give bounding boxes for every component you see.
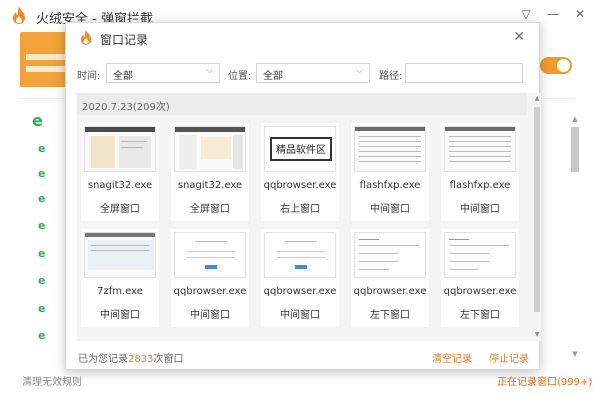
record-count-text: 已为您记录2833次窗口 — [78, 350, 183, 365]
clear-records-link[interactable]: 清空记录 — [432, 350, 472, 365]
record-count-prefix: 已为您记录 — [78, 354, 128, 365]
ie-browser-icon: e — [32, 112, 43, 128]
record-card[interactable]: qqbrowser.exe 左下窗口 — [441, 229, 519, 327]
card-window-position: 中间窗口 — [460, 204, 500, 215]
card-window-position: 全屏窗口 — [190, 204, 230, 215]
svg-text:e: e — [38, 274, 45, 285]
scrollbar-thumb[interactable] — [534, 107, 540, 312]
ie-browser-icon: e — [38, 329, 45, 340]
svg-text:e: e — [38, 192, 45, 203]
card-process-name: qqbrowser.exe — [443, 286, 517, 297]
window-thumbnail — [84, 232, 156, 278]
window-record-dialog: 窗口记录 ✕ 时间: 全部 ⌵ 位置: 全部 ⌵ 路径: 2020.7.23(2… — [65, 22, 541, 370]
ie-browser-icon: e — [38, 274, 45, 285]
window-thumbnail — [84, 126, 156, 172]
record-card[interactable]: snagit32.exe 全屏窗口 — [171, 123, 249, 221]
path-filter-input[interactable] — [405, 63, 523, 83]
record-card[interactable]: snagit32.exe 全屏窗口 — [81, 123, 159, 221]
ie-browser-icon: e — [38, 192, 45, 203]
card-process-name: snagit32.exe — [177, 180, 243, 191]
card-window-position: 中间窗口 — [190, 310, 230, 321]
svg-text:e: e — [38, 167, 45, 178]
recording-status-link[interactable]: 正在记录窗口(999+) — [497, 373, 592, 388]
scroll-down-icon[interactable]: ▼ — [533, 331, 541, 338]
ie-browser-icon: e — [38, 219, 45, 230]
record-card[interactable]: 精品软件区 qqbrowser.exe 右上窗口 — [261, 123, 339, 221]
card-window-position: 中间窗口 — [280, 310, 320, 321]
close-app-icon[interactable]: ✕ — [572, 7, 588, 21]
scroll-up-icon[interactable]: ▲ — [571, 115, 579, 123]
card-process-name: qqbrowser.exe — [353, 286, 427, 297]
ie-browser-icon: e — [38, 302, 45, 313]
card-process-name: 7zfm.exe — [97, 286, 143, 297]
record-card[interactable]: qqbrowser.exe 中间窗口 — [261, 229, 339, 327]
card-process-name: snagit32.exe — [87, 180, 153, 191]
dialog-scrollbar[interactable]: ▲ ▼ — [533, 93, 541, 341]
card-process-name: qqbrowser.exe — [173, 286, 247, 297]
ie-browser-icon: e — [38, 142, 45, 153]
position-filter-label: 位置: — [228, 71, 252, 82]
window-thumbnail — [174, 232, 246, 278]
card-window-position: 中间窗口 — [370, 204, 410, 215]
close-icon[interactable]: ✕ — [513, 29, 525, 45]
svg-text:e: e — [38, 219, 45, 230]
svg-text:e: e — [38, 247, 45, 258]
card-window-position: 中间窗口 — [100, 310, 140, 321]
thumbnail-caption: 精品软件区 — [276, 145, 326, 156]
record-count: 2833 — [128, 354, 154, 365]
svg-text:e: e — [38, 329, 45, 340]
svg-text:e: e — [38, 142, 45, 153]
window-thumbnail — [354, 232, 426, 278]
window-thumbnail: 精品软件区 — [264, 126, 336, 172]
position-filter-value: 全部 — [263, 71, 283, 82]
position-filter-select[interactable]: 全部 ⌵ — [256, 63, 370, 83]
time-filter-value: 全部 — [113, 71, 133, 82]
record-card[interactable]: qqbrowser.exe 中间窗口 — [171, 229, 249, 327]
clean-rules-link[interactable]: 清理无效规则 — [22, 373, 82, 388]
record-card[interactable]: flashfxp.exe 中间窗口 — [351, 123, 429, 221]
scroll-down-icon[interactable]: ▼ — [571, 350, 579, 358]
group-date: 2020.7.23(209次) — [82, 102, 170, 113]
window-thumbnail — [444, 126, 516, 172]
date-group-header: 2020.7.23(209次) — [77, 93, 527, 115]
path-filter-label: 路径: — [379, 71, 403, 82]
scroll-up-icon[interactable]: ▲ — [533, 95, 541, 102]
ie-browser-icon: e — [38, 247, 45, 258]
intercept-toggle[interactable] — [540, 57, 572, 74]
card-window-position: 左下窗口 — [370, 310, 410, 321]
ie-browser-icon: e — [38, 167, 45, 178]
card-process-name: qqbrowser.exe — [263, 180, 337, 191]
time-filter-select[interactable]: 全部 ⌵ — [106, 63, 220, 83]
record-card[interactable]: flashfxp.exe 中间窗口 — [441, 123, 519, 221]
huorong-logo-icon — [80, 30, 92, 45]
record-card[interactable]: qqbrowser.exe 左下窗口 — [351, 229, 429, 327]
card-window-position: 全屏窗口 — [100, 204, 140, 215]
dialog-title: 窗口记录 — [100, 33, 149, 47]
record-count-suffix: 次窗口 — [153, 354, 184, 365]
list-scrollbar[interactable]: ▲ ▼ — [571, 115, 579, 360]
card-process-name: flashfxp.exe — [449, 180, 511, 191]
window-thumbnail — [174, 126, 246, 172]
window-thumbnail — [444, 232, 516, 278]
chevron-down-icon: ⌵ — [206, 66, 213, 76]
minimize-icon[interactable]: — — [545, 7, 561, 21]
card-window-position: 左下窗口 — [460, 310, 500, 321]
svg-text:e: e — [38, 302, 45, 313]
window-thumbnail — [354, 126, 426, 172]
chevron-down-icon: ⌵ — [356, 66, 363, 76]
card-process-name: flashfxp.exe — [359, 180, 421, 191]
card-window-position: 右上窗口 — [280, 204, 320, 215]
record-list: 2020.7.23(209次) snagit32.exe 全屏窗口 snagit… — [77, 93, 541, 341]
dialog-header: 窗口记录 ✕ — [66, 23, 539, 53]
scrollbar-thumb[interactable] — [571, 127, 579, 172]
card-process-name: qqbrowser.exe — [263, 286, 337, 297]
huorong-logo-icon — [13, 7, 25, 24]
stop-recording-link[interactable]: 停止记录 — [489, 350, 529, 365]
svg-text:e: e — [32, 112, 43, 128]
record-card[interactable]: 7zfm.exe 中间窗口 — [81, 229, 159, 327]
menu-chevron-icon[interactable]: ▽ — [518, 7, 534, 21]
time-filter-label: 时间: — [77, 71, 101, 82]
window-thumbnail — [264, 232, 336, 278]
